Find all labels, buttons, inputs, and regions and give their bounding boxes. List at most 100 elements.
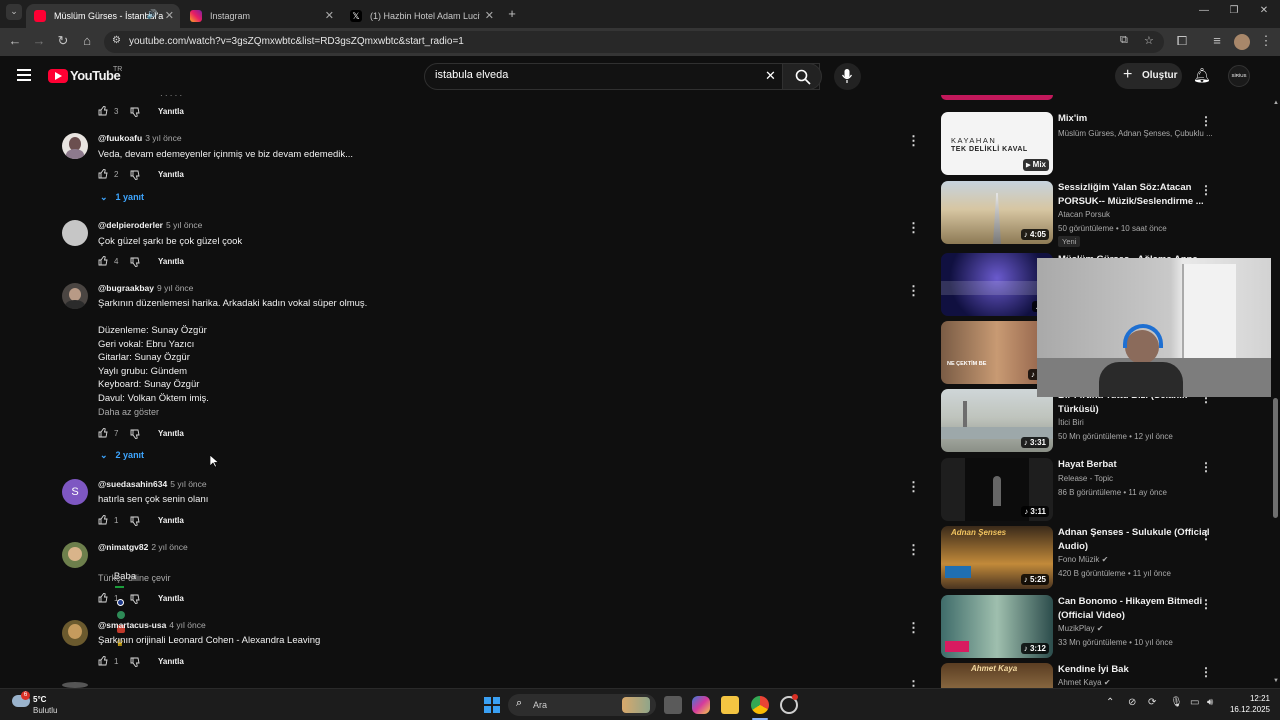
scrollbar-thumb[interactable] bbox=[1273, 398, 1278, 518]
view-replies-button[interactable]: ⌄ 2 yanıt bbox=[100, 450, 144, 461]
minimize-icon[interactable]: — bbox=[1195, 5, 1213, 16]
video-title[interactable]: Sessizliğim Yalan Söz:Atacan PORSUK-- Mü… bbox=[1058, 181, 1213, 208]
comment-time[interactable]: 5 yıl önce bbox=[170, 479, 206, 489]
back-icon[interactable]: ← bbox=[6, 33, 24, 48]
comment-time[interactable]: 2 yıl önce bbox=[151, 542, 187, 552]
taskbar-search-box[interactable]: ⌕ Ara bbox=[508, 694, 656, 716]
forward-icon[interactable]: → bbox=[30, 33, 48, 48]
copilot-icon[interactable] bbox=[692, 696, 710, 714]
clock-time[interactable]: 12:21 bbox=[1226, 694, 1270, 703]
comment-author[interactable]: @nimatgv82 bbox=[98, 542, 148, 552]
comment-time[interactable]: 9 yıl önce bbox=[157, 283, 193, 293]
tray-sync-icon[interactable]: ⟳ bbox=[1148, 697, 1156, 708]
page-scrollbar[interactable]: ▲ ▼ bbox=[1271, 98, 1280, 688]
video-card[interactable]: Ahmet Kaya Kendine İyi Bak Ahmet Kaya ✔ … bbox=[941, 663, 1231, 688]
tray-microphone-icon[interactable]: 🎙︎ bbox=[1170, 697, 1183, 708]
profile-avatar[interactable] bbox=[1234, 34, 1250, 50]
video-thumbnail[interactable]: ♪ 4:05 bbox=[941, 181, 1053, 244]
search-button[interactable] bbox=[782, 63, 822, 90]
video-thumbnail[interactable]: KAYAHAN TEK DELİKLİ KAVAL ⫸ Mix bbox=[941, 112, 1053, 175]
avatar[interactable]: S bbox=[62, 479, 88, 505]
bookmark-star-icon[interactable]: ☆ bbox=[1144, 34, 1154, 47]
comment-menu-icon[interactable]: ⋮ bbox=[907, 479, 920, 495]
home-icon[interactable]: ⌂ bbox=[78, 33, 96, 48]
reply-button[interactable]: Yanıtla bbox=[158, 170, 184, 179]
search-box[interactable]: ✕ bbox=[424, 63, 820, 90]
reply-button[interactable]: Yanıtla bbox=[158, 257, 184, 266]
youtube-logo-icon[interactable] bbox=[48, 69, 68, 83]
like-icon[interactable] bbox=[98, 168, 108, 179]
chrome-icon[interactable] bbox=[751, 696, 769, 714]
site-info-icon[interactable]: ⚙ bbox=[112, 35, 121, 46]
comment-author[interactable]: @delpieroderler bbox=[98, 220, 163, 230]
tray-display-icon[interactable]: ▭ bbox=[1190, 697, 1199, 708]
reload-icon[interactable]: ↻ bbox=[54, 33, 72, 49]
partial-thumbnail[interactable] bbox=[941, 95, 1053, 100]
translate-button[interactable]: Türkçe diline çevir bbox=[98, 573, 171, 583]
video-title[interactable]: Hayat Berbat bbox=[1058, 458, 1213, 472]
install-icon[interactable]: ⧉ bbox=[1120, 34, 1128, 47]
reply-button[interactable]: Yanıtla bbox=[158, 516, 184, 525]
comment-menu-icon[interactable]: ⋮ bbox=[907, 283, 920, 299]
comment-author[interactable]: @smartacus-usa bbox=[98, 620, 166, 630]
extensions-icon[interactable]: ⧠ bbox=[1173, 33, 1191, 49]
comment-time[interactable]: 4 yıl önce bbox=[169, 620, 205, 630]
notifications-bell-icon[interactable]: 🔔︎ bbox=[1193, 67, 1211, 84]
dislike-icon[interactable] bbox=[130, 257, 140, 268]
tray-app-icon[interactable]: ⊘ bbox=[1128, 697, 1136, 708]
video-thumbnail[interactable]: Ahmet Kaya bbox=[941, 663, 1053, 688]
create-button[interactable]: + Oluştur bbox=[1115, 63, 1182, 89]
weather-description[interactable]: Bulutlu bbox=[33, 706, 57, 715]
avatar[interactable] bbox=[62, 542, 88, 568]
tab-x[interactable]: 𝕏 (1) Hazbin Hotel Adam Lucifer ✕ bbox=[342, 4, 500, 28]
menu-kebab-icon[interactable]: ⋮ bbox=[1257, 33, 1275, 49]
dislike-icon[interactable] bbox=[130, 429, 140, 440]
like-icon[interactable] bbox=[98, 105, 108, 116]
reply-button[interactable]: Yanıtla bbox=[158, 594, 184, 603]
reply-button[interactable]: Yanıtla bbox=[158, 429, 184, 438]
close-tab-icon[interactable]: ✕ bbox=[325, 9, 334, 22]
comment-menu-icon[interactable]: ⋮ bbox=[907, 133, 920, 149]
weather-temperature[interactable]: 5°C bbox=[33, 695, 46, 704]
close-tab-icon[interactable]: ✕ bbox=[485, 9, 494, 22]
restore-icon[interactable]: ❐ bbox=[1225, 5, 1243, 16]
voice-search-button[interactable] bbox=[834, 63, 861, 90]
close-tab-icon[interactable]: ✕ bbox=[165, 9, 174, 22]
reply-button[interactable]: Yanıtla bbox=[158, 107, 184, 116]
search-input[interactable] bbox=[435, 69, 755, 81]
like-icon[interactable] bbox=[98, 255, 108, 266]
channel-avatar[interactable]: SİRİUS bbox=[1228, 65, 1250, 87]
comment-author[interactable]: @bugraakbay bbox=[98, 283, 154, 293]
like-icon[interactable] bbox=[98, 427, 108, 438]
hamburger-menu-icon[interactable] bbox=[17, 69, 31, 81]
avatar[interactable] bbox=[62, 620, 88, 646]
video-menu-icon[interactable]: ⋮ bbox=[1200, 528, 1212, 542]
comment-time[interactable]: 3 yıl önce bbox=[145, 133, 181, 143]
avatar[interactable] bbox=[62, 220, 88, 246]
video-menu-icon[interactable]: ⋮ bbox=[1200, 665, 1212, 679]
video-title[interactable]: Kendine İyi Bak bbox=[1058, 663, 1213, 677]
show-less-button[interactable]: Daha az göster bbox=[98, 407, 159, 417]
file-explorer-icon[interactable] bbox=[721, 696, 739, 714]
video-menu-icon[interactable]: ⋮ bbox=[1200, 460, 1212, 474]
comment-time[interactable]: 5 yıl önce bbox=[166, 220, 202, 230]
like-icon[interactable] bbox=[98, 592, 108, 603]
clear-search-icon[interactable]: ✕ bbox=[765, 68, 776, 84]
video-thumbnail[interactable]: Adnan Şenses ♪ 5:25 bbox=[941, 526, 1053, 589]
video-thumbnail[interactable]: ♪ 3:31 bbox=[941, 389, 1053, 452]
comment-menu-icon[interactable]: ⋮ bbox=[907, 620, 920, 636]
reply-button[interactable]: Yanıtla bbox=[158, 657, 184, 666]
dislike-icon[interactable] bbox=[130, 657, 140, 668]
comment-menu-icon[interactable]: ⋮ bbox=[907, 542, 920, 558]
windows-start-icon[interactable] bbox=[484, 697, 500, 713]
tab-youtube[interactable]: Müslüm Gürses - İstanbul'a 🔊 ✕ bbox=[26, 4, 180, 28]
tab-instagram[interactable]: Instagram ✕ bbox=[182, 4, 340, 28]
comment-menu-icon[interactable]: ⋮ bbox=[907, 220, 920, 236]
scroll-up-icon[interactable]: ▲ bbox=[1273, 100, 1279, 106]
view-replies-button[interactable]: ⌄ 1 yanıt bbox=[100, 192, 144, 203]
video-title[interactable]: Adnan Şenses - Sulukule (Official Audio) bbox=[1058, 526, 1213, 553]
comment-author[interactable]: @fuukoafu bbox=[98, 133, 142, 143]
dislike-icon[interactable] bbox=[130, 594, 140, 605]
like-icon[interactable] bbox=[98, 514, 108, 525]
tray-chevron-up-icon[interactable]: ⌃ bbox=[1106, 697, 1114, 708]
